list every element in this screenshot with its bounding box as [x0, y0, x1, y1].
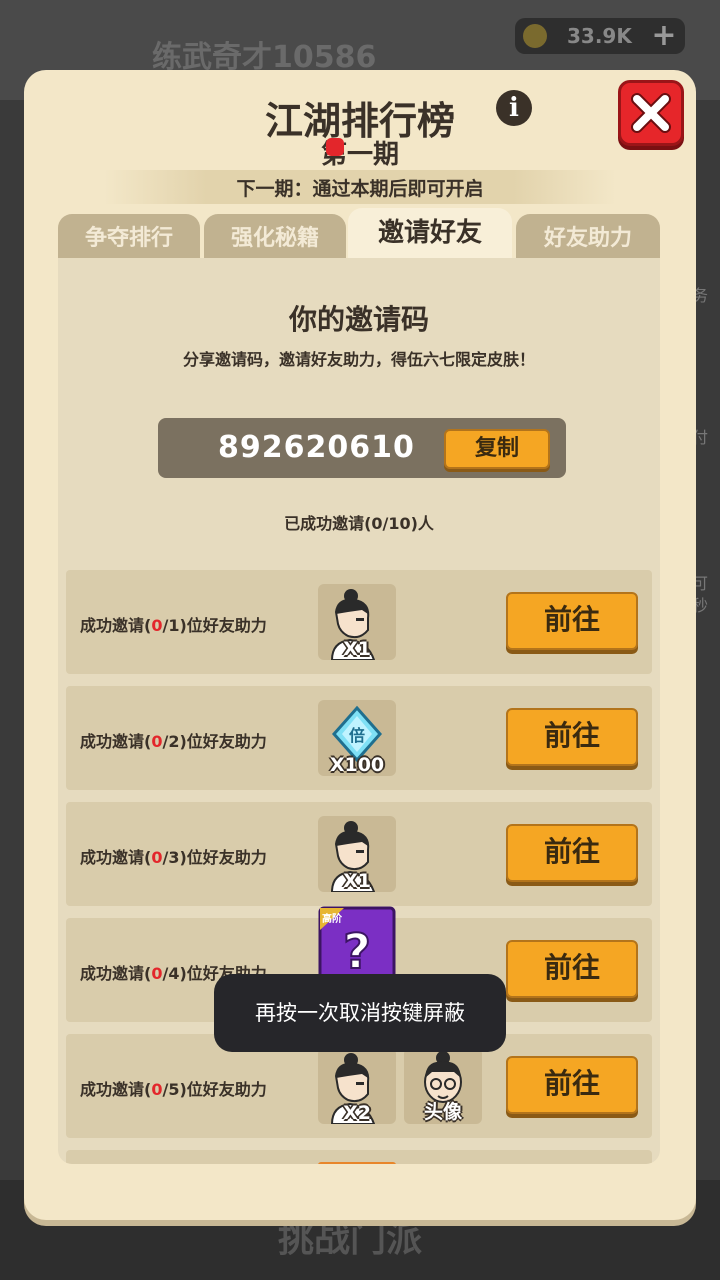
svg-text:?: ? — [343, 924, 371, 980]
reward-row: 成功邀请(0/3)位好友助力 X1 前往 — [66, 802, 652, 906]
info-icon[interactable]: i — [496, 90, 532, 126]
side-label-1: 务 — [692, 286, 709, 305]
reward-row — [66, 1150, 652, 1164]
tab-invite-friends[interactable]: 邀请好友 — [348, 208, 512, 262]
reward-row: 成功邀请(0/2)位好友助力 倍 X100 前往 — [66, 686, 652, 790]
reward-tag: 高阶 — [322, 914, 342, 925]
tab-ranking[interactable]: 争夺排行 — [58, 214, 200, 264]
reward-item: 头像 — [404, 1048, 482, 1124]
reward-condition: 成功邀请(0/1)位好友助力 — [80, 616, 267, 635]
reward-count: X100 — [329, 754, 385, 776]
reward-item: X2 — [318, 1048, 396, 1125]
go-button[interactable]: 前往 — [506, 824, 638, 882]
reward-item-partial — [318, 1162, 396, 1164]
side-label-4: 秒 — [692, 596, 709, 615]
reward-count: 头像 — [423, 1101, 462, 1123]
invite-code: 892620610 — [218, 430, 415, 465]
invited-status: 已成功邀请(0/10)人 — [284, 514, 434, 533]
reward-item: 倍 X100 — [318, 700, 396, 776]
side-label-2: 付 — [692, 428, 709, 447]
reward-count: X1 — [343, 638, 371, 660]
currency-display: 33.9K + — [515, 18, 685, 54]
coin-icon — [523, 24, 547, 48]
copy-button[interactable]: 复制 — [444, 429, 550, 469]
reward-row: 成功邀请(0/1)位好友助力 X1 前往 — [66, 570, 652, 674]
next-period-text: 下一期：通过本期后即可开启 — [236, 178, 484, 200]
reward-item: X1 — [318, 584, 396, 661]
reward-item: X1 — [318, 816, 396, 893]
svg-text:倍: 倍 — [349, 726, 365, 745]
reward-count: X1 — [343, 870, 371, 892]
tab-enhance-manual[interactable]: 强化秘籍 — [204, 214, 346, 264]
go-button[interactable]: 前往 — [506, 592, 638, 650]
invite-description: 分享邀请码，邀请好友助力，得伍六七限定皮肤！ — [182, 350, 535, 369]
currency-amount: 33.9K — [567, 24, 632, 48]
invite-code-box: 892620610 复制 — [158, 418, 566, 478]
add-currency-icon[interactable]: + — [649, 21, 679, 51]
go-button[interactable]: 前往 — [506, 1056, 638, 1114]
invite-heading: 你的邀请码 — [288, 303, 429, 336]
tab-friend-assist[interactable]: 好友助力 — [516, 214, 660, 264]
modal-subtitle: 第一期 — [320, 140, 399, 170]
reward-condition: 成功邀请(0/5)位好友助力 — [80, 1080, 267, 1099]
reward-condition: 成功邀请(0/3)位好友助力 — [80, 848, 267, 867]
go-button[interactable]: 前往 — [506, 708, 638, 766]
reward-count: X2 — [343, 1102, 371, 1124]
toast-message: 再按一次取消按键屏蔽 — [214, 974, 506, 1052]
go-button[interactable]: 前往 — [506, 940, 638, 998]
side-label-3: 可 — [692, 574, 709, 593]
notification-badge — [326, 138, 344, 156]
close-button[interactable] — [618, 80, 684, 146]
reward-condition: 成功邀请(0/2)位好友助力 — [80, 732, 267, 751]
close-icon — [631, 93, 671, 133]
